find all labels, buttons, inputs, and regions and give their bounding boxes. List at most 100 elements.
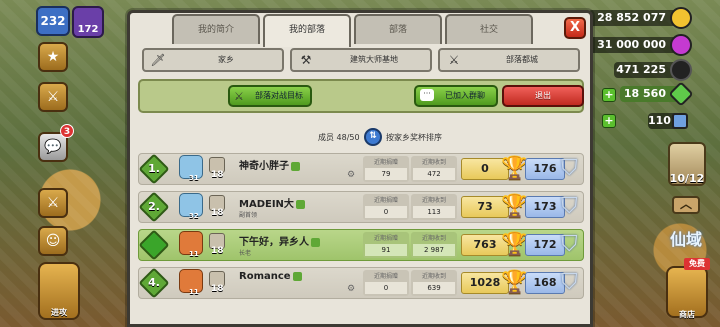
elixir-icon bbox=[670, 34, 692, 56]
trophy-icon: 🏆 bbox=[501, 194, 529, 219]
tag-icon bbox=[291, 161, 300, 171]
elixir-value: 31 000 000 bbox=[597, 38, 666, 51]
donated-value: 0 bbox=[365, 206, 407, 218]
builder-trophy-value: 168 bbox=[525, 272, 565, 294]
gold-value: 28 852 077 bbox=[597, 11, 666, 24]
donated-stat: 近期捐赠 0 bbox=[363, 194, 409, 220]
subtab-home-village[interactable]: 🗡 家乡 bbox=[142, 48, 284, 72]
received-value: 113 bbox=[413, 206, 455, 218]
town-hall-level: 18 bbox=[211, 170, 224, 180]
chat-bubble-icon: ··· bbox=[420, 89, 434, 101]
rank-number: 1. bbox=[148, 162, 160, 175]
left-hud: 232 172 ★ ⚔ 💬 3 ⚔ ☺ 进攻 bbox=[0, 0, 130, 327]
close-button[interactable]: X bbox=[564, 17, 586, 39]
subtab-builder-base[interactable]: ⚒ 建筑大师基地 bbox=[290, 48, 432, 72]
received-stat: 近期收到 472 bbox=[411, 156, 457, 182]
received-value: 2 987 bbox=[413, 244, 455, 256]
member-name[interactable]: MADEIN大 bbox=[239, 195, 305, 210]
donated-value: 0 bbox=[365, 282, 407, 294]
table-row[interactable]: 4. 11 18 Romance ⚙ 近期捐赠 0 近期收到 639 1028 🏆 … bbox=[138, 267, 584, 299]
joined-chat-button[interactable]: ··· 已加入群聊 bbox=[414, 85, 498, 107]
tab-my-profile[interactable]: 我的简介 bbox=[172, 14, 260, 44]
tab-clans[interactable]: 部落 bbox=[354, 14, 442, 44]
builder-trophy-value: 172 bbox=[525, 234, 565, 256]
member-count: 成员 48/50 bbox=[318, 133, 360, 142]
player-level-badge[interactable]: 232 bbox=[36, 6, 70, 36]
builder-trophy-value: 176 bbox=[525, 158, 565, 180]
shield-icon: ⛉ bbox=[561, 232, 578, 257]
subtab-clan-capital[interactable]: ⚔ 部落都城 bbox=[438, 48, 580, 72]
clan-war-goals-button[interactable]: ⚔ 部落对战目标 bbox=[228, 85, 312, 107]
clan-panel: 我的简介 我的部落 部落 社交 X 🗡 家乡 ⚒ 建筑大师基地 ⚔ 部落都城 ⚔… bbox=[127, 10, 593, 327]
war-button[interactable]: ⚔ bbox=[38, 82, 68, 112]
dark-elixir-counter: 471 225 bbox=[614, 59, 692, 81]
sort-toggle-button[interactable]: ⇅ bbox=[364, 128, 382, 146]
gold-icon bbox=[670, 7, 692, 29]
expand-arrow-icon[interactable]: ︿ bbox=[672, 196, 700, 214]
rank-number: 2. bbox=[148, 200, 160, 213]
league-number: 32 bbox=[189, 212, 199, 220]
attack-label: 进攻 bbox=[51, 308, 67, 317]
buy-item-button[interactable]: + bbox=[602, 114, 616, 128]
gem-counter: 18 560 bbox=[620, 81, 694, 107]
sort-label: 按家乡奖杯排序 bbox=[386, 133, 442, 142]
received-caption: 近期收到 bbox=[421, 197, 446, 204]
panel-tabs: 我的简介 我的部落 部落 社交 bbox=[172, 14, 533, 47]
town-hall-level: 18 bbox=[211, 208, 224, 218]
free-badge: 免费 bbox=[684, 258, 710, 270]
member-name[interactable]: 下午好，异乡人 bbox=[239, 233, 320, 248]
clan-action-bar: ⚔ 部落对战目标 ··· 已加入群聊 退出 bbox=[138, 79, 584, 113]
tag-icon bbox=[295, 199, 305, 209]
sword-icon: 🗡 bbox=[150, 53, 166, 67]
item-icon bbox=[672, 113, 688, 129]
shop-label: 商店 bbox=[679, 310, 695, 319]
elixir-counter: 31 000 000 bbox=[588, 34, 692, 56]
tab-my-clan[interactable]: 我的部落 bbox=[263, 14, 351, 47]
tag-icon bbox=[292, 271, 302, 281]
donated-value: 79 bbox=[365, 168, 407, 180]
table-row[interactable]: 1. 31 18 神奇小胖子 ⚙ 近期捐赠 79 近期收到 472 0 🏆 176 … bbox=[138, 153, 584, 185]
trophy-badge[interactable]: 172 bbox=[72, 6, 104, 38]
donated-caption: 近期捐赠 bbox=[373, 273, 398, 280]
league-number: 11 bbox=[189, 288, 199, 296]
shield-icon: ⛉ bbox=[561, 270, 578, 295]
clan-war-goals-label: 部落对战目标 bbox=[255, 91, 303, 100]
donated-value: 91 bbox=[365, 244, 407, 256]
item-counter: 110 bbox=[648, 113, 688, 129]
joined-chat-label: 已加入群聊 bbox=[445, 91, 485, 100]
hero-button[interactable]: ☺ bbox=[38, 226, 68, 256]
table-row[interactable]: 11 18 下午好，异乡人 长老 近期捐赠 91 近期收到 2 987 763 🏆 … bbox=[138, 229, 584, 261]
member-name[interactable]: Romance bbox=[239, 271, 302, 282]
rune-logo[interactable]: 仙域 bbox=[670, 226, 714, 252]
buy-gems-button[interactable]: + bbox=[602, 88, 616, 102]
settings-icon[interactable]: ⚙ bbox=[347, 284, 359, 294]
dark-elixir-icon bbox=[670, 59, 692, 81]
crossed-swords-icon: ⚔ bbox=[234, 90, 244, 103]
donated-caption: 近期捐赠 bbox=[373, 235, 398, 242]
rank-number: 4. bbox=[148, 276, 160, 289]
clan-war-button[interactable]: ⚔ bbox=[38, 188, 68, 218]
chat-notification-badge: 3 bbox=[60, 124, 74, 138]
trophy-icon: 🏆 bbox=[501, 232, 529, 257]
donated-stat: 近期捐赠 0 bbox=[363, 270, 409, 296]
member-role: 长老 bbox=[239, 250, 252, 257]
league-number: 11 bbox=[189, 250, 199, 258]
leave-clan-button[interactable]: 退出 bbox=[502, 85, 584, 107]
tab-social[interactable]: 社交 bbox=[445, 14, 533, 44]
donated-caption: 近期捐赠 bbox=[373, 197, 398, 204]
trophy-icon: 🏆 bbox=[501, 156, 529, 181]
received-value: 472 bbox=[413, 168, 455, 180]
table-row[interactable]: 2. 32 18 MADEIN大 副首领 近期捐赠 0 近期收到 113 73 🏆 … bbox=[138, 191, 584, 223]
received-caption: 近期收到 bbox=[421, 159, 446, 166]
settings-icon[interactable]: ⚙ bbox=[347, 170, 359, 180]
received-caption: 近期收到 bbox=[421, 235, 446, 242]
received-stat: 近期收到 2 987 bbox=[411, 232, 457, 258]
league-number: 31 bbox=[189, 174, 199, 182]
builder-trophy-value: 173 bbox=[525, 196, 565, 218]
builder-count: 10/12 bbox=[669, 172, 705, 185]
member-name[interactable]: 神奇小胖子 bbox=[239, 157, 300, 172]
rank-number bbox=[143, 234, 165, 256]
received-caption: 近期收到 bbox=[421, 273, 446, 280]
shield-icon: ⛉ bbox=[561, 194, 578, 219]
events-button[interactable]: ★ bbox=[38, 42, 68, 72]
